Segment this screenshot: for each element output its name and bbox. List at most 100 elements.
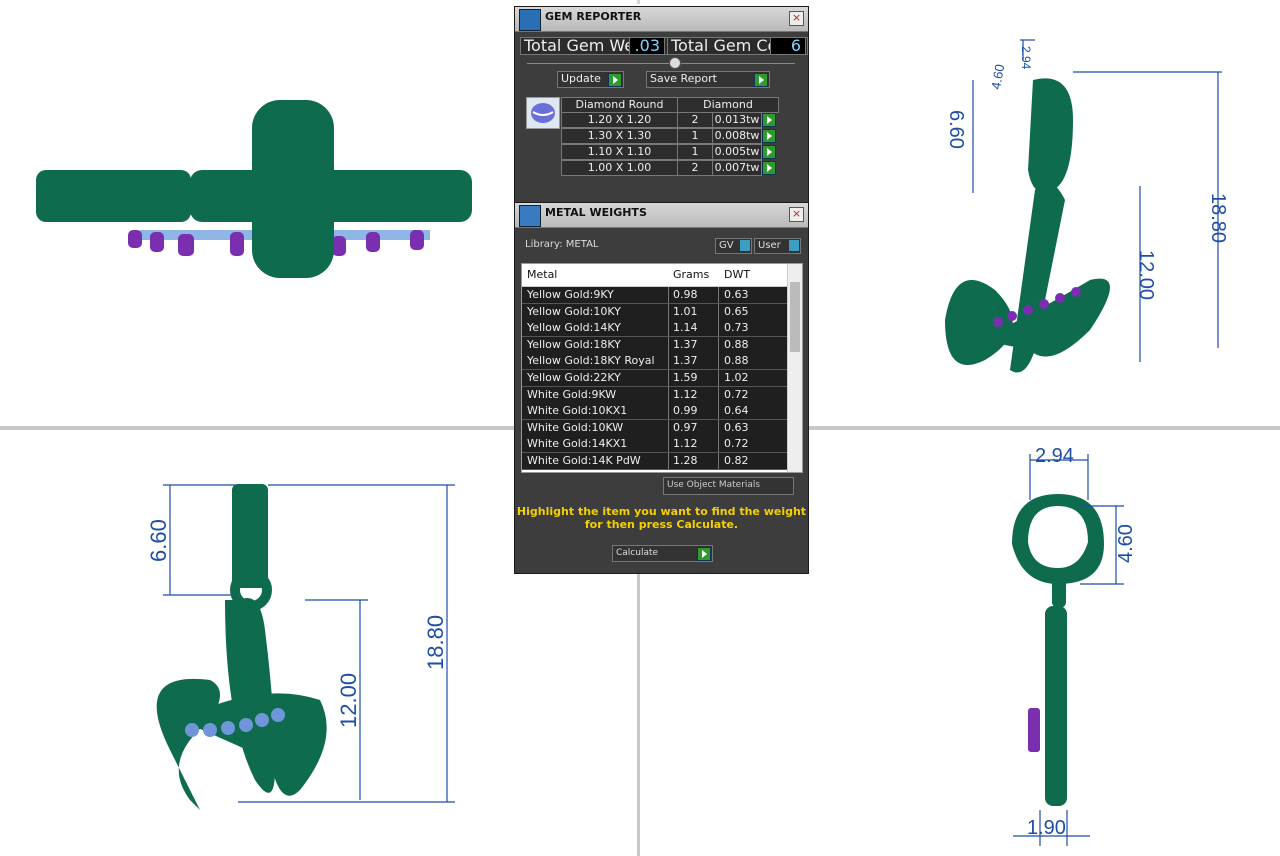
separator <box>527 63 795 64</box>
gem-size-cell: 1.00 X 1.00 <box>561 160 678 176</box>
grams-cell: 1.12 <box>673 387 698 401</box>
dim-label: 18.80 <box>1207 193 1229 243</box>
dim-label: 4.60 <box>988 63 1007 91</box>
table-row[interactable]: Yellow Gold:10KY 1.01 0.65 <box>522 303 787 321</box>
calculate-label: Calculate <box>616 548 659 558</box>
library-label: Library: METAL <box>525 239 599 250</box>
dim-label: 2.94 <box>1035 445 1074 467</box>
dim-label: 12.00 <box>336 673 361 728</box>
dim-label: 2.94 <box>1019 46 1033 70</box>
dwt-cell: 0.73 <box>724 321 749 335</box>
metal-name-cell: White Gold:14K PdW <box>527 454 641 467</box>
dim-label: 18.80 <box>423 615 448 670</box>
metal-table-scrollbar[interactable] <box>787 264 802 472</box>
letter-loop <box>156 678 220 810</box>
hint-line: for then press Calculate. <box>584 518 739 531</box>
play-icon <box>608 73 622 87</box>
row-play-icon[interactable] <box>762 113 776 127</box>
user-label: User <box>758 240 781 251</box>
side-body <box>1045 606 1067 806</box>
row-play-icon[interactable] <box>762 145 776 159</box>
top-view-bail-ring <box>252 100 334 278</box>
calculate-button[interactable]: Calculate <box>612 545 713 562</box>
grams-cell: 0.99 <box>673 404 698 418</box>
dwt-cell: 0.65 <box>724 304 749 318</box>
table-row[interactable]: Yellow Gold:14KY 1.14 0.73 <box>522 320 787 338</box>
dwt-cell: 0.82 <box>724 454 749 467</box>
total-gem-weight-value: .03 <box>629 37 665 55</box>
gem-reporter-titlebar[interactable]: GEM REPORTER × <box>515 7 808 32</box>
metal-weights-title: METAL WEIGHTS <box>545 206 647 219</box>
dwt-cell: 0.88 <box>724 354 749 368</box>
metal-name-cell: White Gold:14KX1 <box>527 437 628 451</box>
dwt-cell: 0.88 <box>724 337 749 351</box>
scroll-thumb[interactable] <box>790 282 800 352</box>
gv-toggle[interactable]: GV <box>715 238 752 254</box>
dim-label: 6.60 <box>945 110 967 149</box>
row-play-icon[interactable] <box>762 161 776 175</box>
gem-reporter-panel[interactable]: GEM REPORTER × Total Gem Weight .03 Tota… <box>514 6 809 208</box>
dwt-cell: 0.63 <box>724 420 749 434</box>
play-icon <box>697 547 711 561</box>
metal-weights-titlebar[interactable]: METAL WEIGHTS × <box>515 203 808 228</box>
grams-cell: 1.37 <box>673 354 698 368</box>
table-row[interactable]: White Gold:10KW 0.97 0.63 <box>522 419 787 437</box>
metal-table-header: Metal Grams DWT <box>522 264 787 287</box>
table-row[interactable]: White Gold:14KX1 1.12 0.72 <box>522 436 787 454</box>
row-play-icon[interactable] <box>762 129 776 143</box>
dwt-cell: 0.64 <box>724 404 749 418</box>
grams-cell: 1.59 <box>673 371 698 384</box>
toggle-icon <box>740 240 750 251</box>
metal-name-cell: Yellow Gold:14KY <box>527 321 621 335</box>
play-icon <box>754 73 768 87</box>
use-object-materials-toggle[interactable]: Use Object Materials <box>663 477 794 495</box>
grams-cell: 0.98 <box>673 288 698 301</box>
close-icon[interactable]: × <box>789 11 804 26</box>
header-metal: Metal <box>527 268 558 281</box>
table-row[interactable]: Yellow Gold:22KY 1.59 1.02 <box>522 370 787 387</box>
user-toggle[interactable]: User <box>754 238 801 254</box>
grams-cell: 1.01 <box>673 304 698 318</box>
gem-weight-cell: 0.005tw <box>712 144 762 160</box>
use-object-materials-label: Use Object Materials <box>667 480 761 490</box>
diamond-round-icon <box>526 97 560 129</box>
side-jump-ring <box>1052 568 1066 608</box>
dim-label: 12.00 <box>1135 250 1157 300</box>
metal-name-cell: White Gold:10KW <box>527 420 624 434</box>
grams-cell: 1.14 <box>673 321 698 335</box>
metal-name-cell: White Gold:9KW <box>527 387 617 401</box>
metal-weights-panel[interactable]: METAL WEIGHTS × Library: METAL GV User M… <box>514 202 809 574</box>
gem-count-cell: 1 <box>677 128 713 144</box>
gem-size-cell: 1.30 X 1.30 <box>561 128 678 144</box>
save-report-button[interactable]: Save Report <box>646 71 770 88</box>
update-label: Update <box>561 72 601 85</box>
gem-count-cell: 1 <box>677 144 713 160</box>
grams-cell: 1.28 <box>673 454 698 467</box>
gem-count-cell: 2 <box>677 112 713 128</box>
table-row[interactable]: Yellow Gold:18KY Royal 1.37 0.88 <box>522 353 787 371</box>
metal-name-cell: Yellow Gold:18KY Royal <box>527 354 655 368</box>
metal-name-cell: Yellow Gold:22KY <box>527 371 621 384</box>
close-icon[interactable]: × <box>789 207 804 222</box>
top-view-left-bar <box>36 170 191 222</box>
gem-size-cell: 1.20 X 1.20 <box>561 112 678 128</box>
table-row[interactable]: Yellow Gold:9KY 0.98 0.63 <box>522 287 787 304</box>
gem-table-header-material: Diamond <box>677 97 779 113</box>
metal-table[interactable]: Metal Grams DWT Yellow Gold:9KY 0.98 0.63 Y… <box>521 263 803 473</box>
gem-count-cell: 2 <box>677 160 713 176</box>
table-row[interactable]: White Gold:14K PdW 1.28 0.82 <box>522 453 787 470</box>
grams-cell: 0.97 <box>673 420 698 434</box>
metal-name-cell: Yellow Gold:18KY <box>527 337 621 351</box>
table-row[interactable]: Yellow Gold:18KY 1.37 0.88 <box>522 336 787 354</box>
grams-cell: 1.12 <box>673 437 698 451</box>
update-button[interactable]: Update <box>557 71 624 88</box>
table-row[interactable]: White Gold:10KX1 0.99 0.64 <box>522 403 787 421</box>
table-row[interactable]: White Gold:9KW 1.12 0.72 <box>522 386 787 404</box>
dwt-cell: 1.02 <box>724 371 749 384</box>
scale-icon <box>519 205 541 227</box>
collapse-handle-icon[interactable] <box>669 57 681 69</box>
dim-label: 4.60 <box>1115 524 1137 563</box>
metal-name-cell: White Gold:10KX1 <box>527 404 628 418</box>
toggle-icon <box>789 240 799 251</box>
dwt-cell: 0.63 <box>724 288 749 301</box>
